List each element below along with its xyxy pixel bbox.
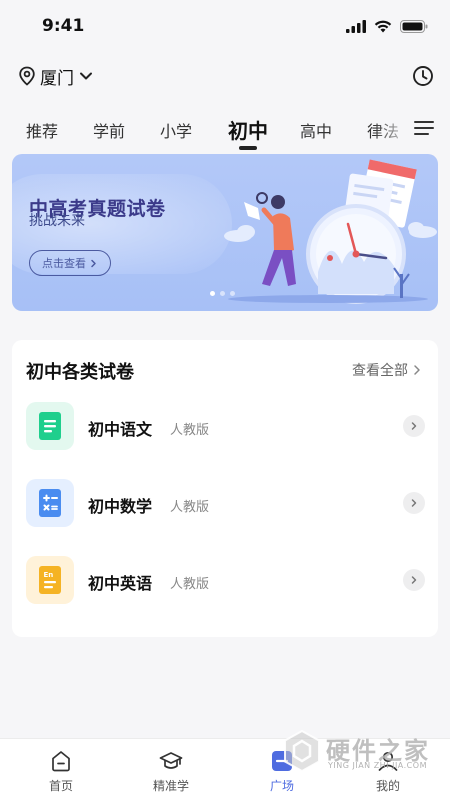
active-tab-indicator	[239, 146, 257, 150]
subject-row-chinese[interactable]: 初中语文 人教版	[26, 402, 425, 450]
tab-primary[interactable]: 小学	[160, 118, 192, 142]
banner-subtitle: 挑战未来	[29, 213, 85, 229]
svg-text:En: En	[44, 571, 54, 579]
watermark-subtext: YING JIAN ZHI JIA.COM	[328, 761, 427, 770]
graduation-cap-icon	[159, 752, 183, 769]
status-bar: 9:41	[0, 0, 450, 52]
math-book-icon	[26, 479, 74, 527]
status-icons	[346, 19, 428, 33]
subject-edition: 人教版	[170, 500, 210, 515]
nav-home[interactable]: 首页	[16, 739, 106, 800]
carousel-dot[interactable]	[230, 291, 235, 296]
english-book-icon: En	[26, 556, 74, 604]
watermark-logo-icon	[284, 729, 320, 773]
banner-illustration	[224, 159, 437, 304]
section-title: 初中各类试卷	[26, 362, 134, 383]
city-selector[interactable]: 厦门	[18, 64, 94, 89]
history-clock-icon[interactable]	[412, 65, 434, 87]
city-name: 厦门	[40, 68, 74, 89]
exam-papers-card: 初中各类试卷 查看全部 初中语文 人教版 初中数学 人教版 En 初中英语 人教…	[12, 340, 438, 637]
location-bar: 厦门	[0, 60, 450, 92]
row-chevron-icon	[403, 415, 425, 437]
carousel-dot-active[interactable]	[210, 291, 215, 296]
row-chevron-icon	[403, 569, 425, 591]
nav-precise-learning[interactable]: 精准学	[126, 739, 216, 800]
subject-edition: 人教版	[170, 423, 210, 438]
tab-fade	[374, 110, 414, 146]
menu-icon[interactable]	[412, 116, 436, 140]
banner-view-button[interactable]: 点击查看	[29, 250, 111, 276]
home-icon	[52, 751, 70, 772]
cellular-signal-icon	[346, 19, 366, 33]
subject-row-math[interactable]: 初中数学 人教版	[26, 479, 425, 527]
subject-edition: 人教版	[170, 577, 210, 592]
nav-label: 我的	[375, 779, 400, 793]
status-time: 9:41	[42, 16, 85, 36]
wifi-icon	[374, 20, 392, 32]
battery-icon	[400, 19, 428, 33]
view-all-label: 查看全部	[352, 363, 408, 379]
subject-name: 初中语文	[88, 420, 153, 439]
chevron-right-icon	[414, 365, 420, 375]
location-pin-icon	[19, 66, 35, 86]
chevron-right-icon	[91, 259, 96, 267]
site-watermark: 硬件之家 YING JIAN ZHI JIA.COM	[282, 727, 442, 773]
tab-preschool[interactable]: 学前	[93, 118, 125, 142]
carousel-dot[interactable]	[220, 291, 225, 296]
tab-senior-high[interactable]: 高中	[300, 118, 332, 142]
carousel-dots	[210, 291, 235, 296]
nav-label: 广场	[269, 779, 294, 793]
subject-name: 初中英语	[88, 574, 153, 593]
chinese-book-icon	[26, 402, 74, 450]
nav-label: 精准学	[152, 779, 189, 793]
tab-recommend[interactable]: 推荐	[26, 118, 58, 142]
banner-view-label: 点击查看	[42, 257, 86, 270]
subject-name: 初中数学	[88, 497, 153, 516]
subject-row-english[interactable]: En 初中英语 人教版	[26, 556, 425, 604]
nav-label: 首页	[48, 779, 73, 793]
chevron-down-icon	[80, 72, 92, 80]
promo-banner[interactable]: 中高考真题试卷 挑战未来 点击查看	[12, 154, 438, 311]
category-tabs: 推荐 学前 小学 初中 高中 律法	[0, 110, 450, 150]
row-chevron-icon	[403, 492, 425, 514]
tab-junior-high[interactable]: 初中	[228, 115, 268, 144]
view-all-link[interactable]: 查看全部	[352, 360, 422, 380]
